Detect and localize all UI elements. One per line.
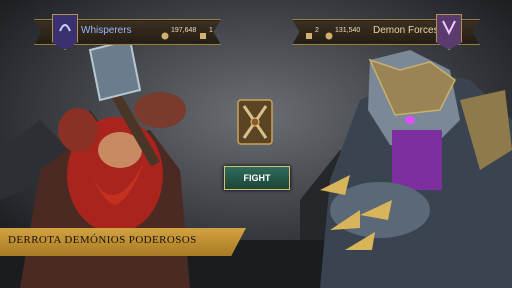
ticket-icon — [199, 27, 207, 45]
enemy-team-name: Demon Forces — [373, 25, 439, 36]
ticket-icon — [305, 27, 313, 45]
power-icon — [325, 27, 333, 45]
promo-banner-text: DERROTA DEMÓNIOS PODEROSOS — [8, 234, 197, 246]
enemy-power-value: 131,540 — [335, 27, 361, 34]
player-team-name: Whisperers — [81, 25, 132, 36]
fight-button[interactable]: FIGHT — [224, 166, 290, 190]
crossed-weapons-emblem — [237, 99, 273, 145]
player-tickets-value: 1 — [209, 27, 213, 34]
player-power-value: 197,648 — [171, 27, 197, 34]
power-icon — [161, 27, 169, 45]
enemy-tickets-value: 2 — [315, 27, 319, 34]
